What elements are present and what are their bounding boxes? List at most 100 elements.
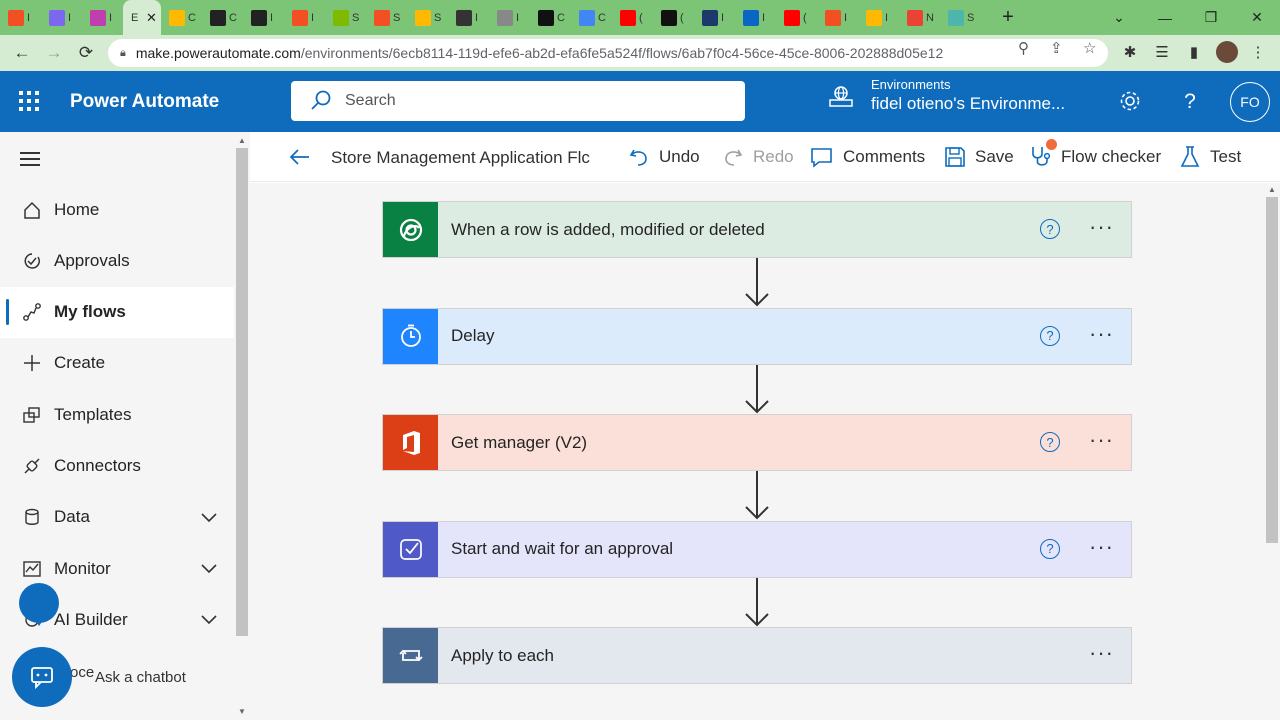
browser-tab[interactable]: I	[694, 0, 735, 35]
canvas-scroll-thumb[interactable]	[1266, 197, 1278, 543]
chatbot-icon	[31, 667, 53, 690]
help-icon[interactable]: ?	[1040, 432, 1060, 452]
chevron-down-icon[interactable]	[200, 508, 218, 526]
browser-tab[interactable]: E ✕	[123, 0, 161, 35]
browser-tab[interactable]: I	[284, 0, 325, 35]
sidebar-item-approvals[interactable]: Approvals	[0, 235, 234, 286]
browser-tab[interactable]: (	[776, 0, 817, 35]
chatbot-button[interactable]	[12, 647, 72, 707]
browser-tab[interactable]: I	[735, 0, 776, 35]
browser-tab[interactable]: I	[817, 0, 858, 35]
approvals-icon	[24, 253, 40, 269]
user-avatar[interactable]: FO	[1230, 82, 1270, 122]
browser-tab[interactable]: S	[325, 0, 366, 35]
browser-tab[interactable]: I	[243, 0, 284, 35]
bookmark-star-icon[interactable]: ☆	[1083, 39, 1096, 57]
browser-tab[interactable]: S	[940, 0, 981, 35]
tab-title: C	[188, 11, 196, 24]
browser-tab[interactable]: C	[530, 0, 571, 35]
comments-button[interactable]: Comments	[810, 132, 925, 182]
sidebar-item-data[interactable]: Data	[0, 492, 234, 543]
scroll-thumb[interactable]	[236, 148, 248, 636]
browser-tab[interactable]: C	[202, 0, 243, 35]
browser-tab[interactable]: (	[612, 0, 653, 35]
browser-tab[interactable]: C	[161, 0, 202, 35]
tab-title: I	[762, 11, 766, 24]
new-tab-button[interactable]: +	[993, 3, 1023, 33]
omnibox[interactable]: 🔒︎ make.powerautomate.com/environments/6…	[108, 39, 1108, 67]
browser-tab[interactable]: (	[653, 0, 694, 35]
more-options-icon[interactable]: ···	[1089, 214, 1114, 240]
browser-tab[interactable]: I	[448, 0, 489, 35]
sidebar-item-templates[interactable]: Templates	[0, 389, 234, 440]
chevron-down-icon[interactable]	[200, 559, 218, 577]
flow-step-card[interactable]: Apply to each ···	[382, 627, 1132, 684]
search-box[interactable]: Search	[291, 81, 745, 121]
profile-avatar[interactable]	[1213, 37, 1241, 67]
help-icon[interactable]: ?	[1178, 89, 1202, 113]
test-button[interactable]: Test	[1179, 132, 1241, 182]
flow-step-card[interactable]: Get manager (V2)? ···	[382, 414, 1132, 471]
flow-name[interactable]: Store Management Application Flc	[331, 148, 595, 168]
browser-tab[interactable]: I	[858, 0, 899, 35]
reload-button[interactable]: ⟳	[70, 37, 102, 69]
zoom-icon[interactable]: ⚲	[1018, 39, 1029, 57]
scroll-up-arrow[interactable]: ▲	[238, 136, 246, 145]
close-window-button[interactable]: ✕	[1234, 0, 1280, 35]
sidebar-item-home[interactable]: Home	[0, 184, 234, 235]
sidebar-item-label: AI Builder	[54, 609, 128, 629]
hamburger-menu-icon[interactable]	[20, 152, 40, 166]
profile-image	[1216, 41, 1238, 63]
sidebar-item-my-flows[interactable]: My flows	[0, 286, 234, 338]
sidebar-item-create[interactable]: Create	[0, 338, 234, 389]
browser-tab[interactable]: N	[899, 0, 940, 35]
tab-close-icon[interactable]: ✕	[146, 10, 157, 26]
canvas-scroll-up-arrow[interactable]: ▲	[1268, 185, 1276, 194]
back-button[interactable]: ←	[6, 37, 38, 69]
tab-title: I	[721, 11, 725, 24]
browser-menu-icon[interactable]: ⋮	[1244, 37, 1272, 67]
browser-tab[interactable]: C	[571, 0, 612, 35]
chevron-down-icon[interactable]	[200, 610, 218, 628]
minimize-button[interactable]: —	[1142, 0, 1188, 35]
extensions-icon[interactable]: ✱	[1116, 37, 1144, 67]
connector-arrow-icon	[745, 258, 769, 307]
side-panel-icon[interactable]: ▮	[1180, 37, 1208, 67]
browser-tab[interactable]: S	[366, 0, 407, 35]
back-arrow-icon[interactable]	[288, 145, 312, 169]
environment-picker[interactable]: Environments fidel otieno's Environme...	[828, 77, 1065, 114]
forward-button[interactable]: →	[38, 37, 70, 69]
flow-step-card[interactable]: Delay? ···	[382, 307, 1132, 365]
help-icon[interactable]: ?	[1040, 325, 1060, 346]
browser-tab[interactable]: S	[407, 0, 448, 35]
canvas-scrollbar[interactable]: ▲	[1264, 183, 1280, 720]
restore-button[interactable]: ❐	[1188, 0, 1234, 35]
save-button[interactable]: Save	[944, 132, 1014, 182]
browser-tab[interactable]: I	[41, 0, 82, 35]
redo-button[interactable]: Redo	[722, 132, 794, 182]
help-icon[interactable]: ?	[1040, 219, 1060, 239]
undo-button[interactable]: Undo	[628, 132, 700, 182]
flow-step-card[interactable]: When a row is added, modified or deleted…	[382, 201, 1132, 258]
more-options-icon[interactable]: ···	[1089, 321, 1114, 347]
sidebar-scrollbar[interactable]: ▲ ▼	[234, 132, 250, 720]
help-icon[interactable]: ?	[1040, 538, 1060, 559]
settings-gear-icon[interactable]	[1118, 89, 1142, 113]
more-options-icon[interactable]: ···	[1089, 640, 1114, 666]
more-options-icon[interactable]: ···	[1089, 534, 1114, 560]
feedback-indicator[interactable]	[19, 583, 59, 626]
more-options-icon[interactable]: ···	[1089, 427, 1114, 453]
app-title[interactable]: Power Automate	[70, 91, 219, 113]
tab-favicon-icon	[497, 9, 513, 26]
app-launcher-icon[interactable]	[19, 91, 39, 111]
browser-tab[interactable]: I	[82, 0, 123, 35]
scroll-down-arrow[interactable]: ▼	[238, 707, 246, 716]
browser-tab[interactable]: I	[0, 0, 41, 35]
flow-step-card[interactable]: Start and wait for an approval? ···	[382, 520, 1132, 578]
tab-search-button[interactable]: ⌄	[1096, 0, 1142, 35]
reading-list-icon[interactable]: ☰	[1148, 37, 1176, 67]
browser-tab[interactable]: I	[489, 0, 530, 35]
sidebar-item-connectors[interactable]: Connectors	[0, 441, 234, 492]
tab-title: I	[68, 11, 72, 24]
share-icon[interactable]: ⇪	[1050, 39, 1063, 57]
